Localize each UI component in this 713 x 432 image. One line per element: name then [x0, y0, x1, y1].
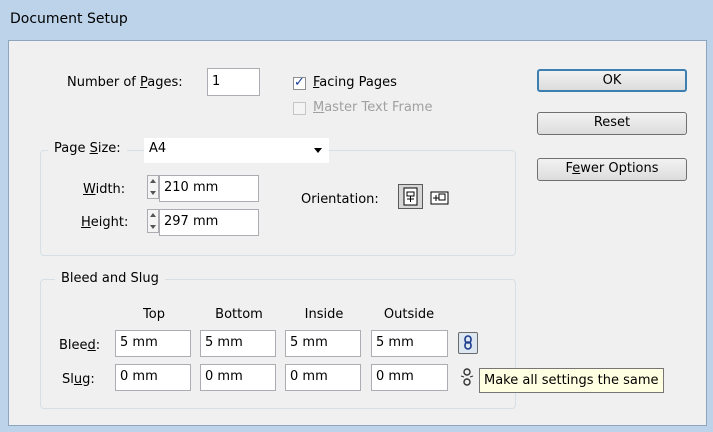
number-of-pages-label: Number of Pages:	[67, 75, 183, 90]
reset-button[interactable]: Reset	[537, 112, 687, 135]
portrait-orientation-button[interactable]	[398, 184, 423, 209]
bleed-link-button[interactable]	[458, 332, 478, 354]
width-input[interactable]: 210 mm	[159, 175, 259, 202]
outside-column-header: Outside	[383, 307, 435, 322]
top-column-header: Top	[143, 307, 165, 322]
stepper-up-icon[interactable]	[150, 179, 156, 183]
stepper-down-icon[interactable]	[150, 191, 156, 195]
bleed-bottom-input[interactable]: 5 mm	[200, 330, 276, 357]
landscape-icon	[430, 191, 449, 205]
slug-inside-input[interactable]: 0 mm	[285, 364, 361, 391]
bottom-column-header: Bottom	[215, 307, 263, 322]
master-text-frame-label: Master Text Frame	[313, 100, 433, 115]
bleed-inside-input[interactable]: 5 mm	[285, 330, 361, 357]
bleed-top-input[interactable]: 5 mm	[115, 330, 191, 357]
stepper-up-icon[interactable]	[150, 213, 156, 217]
bleed-label: Bleed:	[59, 338, 101, 353]
orientation-label: Orientation:	[301, 192, 379, 207]
height-stepper[interactable]	[147, 209, 159, 233]
slug-label: Slug:	[62, 372, 95, 387]
facing-pages-checkbox[interactable]	[293, 75, 306, 90]
master-text-frame-checkbox[interactable]	[293, 102, 306, 115]
page-size-label: Page Size:	[48, 141, 127, 156]
window-title: Document Setup	[10, 11, 128, 27]
dialog-body: Number of Pages: 1 Facing Pages Master T…	[8, 40, 707, 426]
height-input[interactable]: 297 mm	[159, 209, 259, 236]
ok-button[interactable]: OK	[537, 69, 687, 92]
number-of-pages-input[interactable]: 1	[207, 68, 260, 96]
slug-top-input[interactable]: 0 mm	[115, 364, 191, 391]
document-setup-window: Document Setup Number of Pages: 1 Facing…	[0, 0, 713, 432]
facing-pages-label[interactable]: Facing Pages	[313, 75, 397, 90]
chain-link-icon	[464, 335, 472, 350]
page-size-value: A4	[149, 141, 167, 156]
height-label: Height:	[81, 215, 129, 230]
chevron-down-icon	[314, 148, 322, 153]
width-stepper[interactable]	[147, 175, 159, 199]
link-tooltip: Make all settings the same	[479, 368, 664, 393]
broken-chain-link-icon	[460, 368, 474, 386]
page-size-dropdown[interactable]: A4	[144, 138, 329, 163]
slug-bottom-input[interactable]: 0 mm	[200, 364, 276, 391]
landscape-orientation-button[interactable]	[429, 187, 450, 208]
slug-outside-input[interactable]: 0 mm	[371, 364, 448, 391]
stepper-down-icon[interactable]	[150, 225, 156, 229]
slug-link-button[interactable]	[458, 367, 476, 387]
bleed-slug-legend: Bleed and Slug	[55, 271, 165, 286]
width-label: Width:	[83, 182, 126, 197]
bleed-outside-input[interactable]: 5 mm	[371, 330, 448, 357]
inside-column-header: Inside	[304, 307, 344, 322]
title-bar[interactable]: Document Setup	[0, 0, 713, 40]
portrait-icon	[403, 187, 418, 206]
fewer-options-button[interactable]: Fewer Options	[537, 158, 687, 181]
